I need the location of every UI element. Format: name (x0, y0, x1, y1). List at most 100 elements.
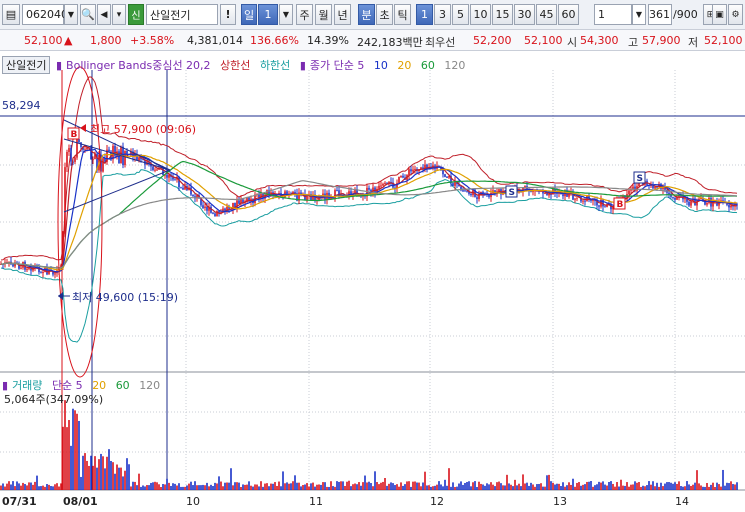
volume-bar (638, 482, 640, 490)
candle-body (162, 167, 164, 175)
volume-bar (84, 453, 86, 490)
count-select[interactable]: 1 (594, 4, 632, 25)
period-second-button[interactable]: 초 (376, 4, 393, 25)
volume-bar (648, 481, 650, 490)
period-tick-button[interactable]: 틱 (394, 4, 411, 25)
count-value-field[interactable]: 361 (648, 4, 672, 25)
settings-icon[interactable]: ⚙ (728, 4, 743, 25)
price-chart[interactable]: BSSB 산일전기 ▮ Bollinger Bands중심선 20,2 상한선 하… (0, 52, 745, 512)
volume-bar (222, 486, 224, 490)
legend-lower: 하한선 (259, 59, 291, 72)
volume-bar (574, 486, 576, 490)
speaker-icon[interactable]: ◀ (97, 4, 111, 25)
volume-bar (406, 481, 408, 490)
volume-bar (350, 486, 352, 490)
high-label: 고 (628, 36, 639, 49)
period-dropdown-arrow[interactable]: ▼ (279, 4, 293, 25)
legend-vol-ma60: 60 (115, 379, 130, 392)
search-icon[interactable]: 🔍 (80, 4, 96, 25)
volume-bar (278, 481, 280, 490)
volume-bar (218, 476, 220, 490)
interval-45-button[interactable]: 45 (536, 4, 557, 25)
candle-body (654, 186, 656, 189)
volume-bar (560, 486, 562, 490)
interval-5-button[interactable]: 5 (452, 4, 469, 25)
count-dropdown-arrow[interactable]: ▼ (632, 4, 646, 25)
volume-bar (568, 482, 570, 490)
volume-bar (156, 482, 158, 490)
stock-code-input[interactable]: 062040 (22, 4, 68, 25)
volume-bar (580, 485, 582, 490)
volume-bar (382, 481, 384, 490)
volume-bar (632, 484, 634, 490)
candle-body (64, 167, 66, 234)
volume-bar (422, 482, 424, 490)
price-marker-label: 58,294 (2, 99, 41, 112)
legend-upper: 상한선 (220, 59, 251, 72)
volume-bar (150, 482, 152, 490)
volume-bar (478, 481, 480, 490)
quote-bar: 52,100 ▲ 1,800 +3.58% 4,381,014 136.66% … (0, 30, 745, 51)
volume-bar (578, 482, 580, 490)
volume-bar (396, 484, 398, 490)
volume-bar (326, 486, 328, 490)
volume-bar (258, 486, 260, 490)
volume-bar (526, 482, 528, 490)
period-month-button[interactable]: 월 (315, 4, 332, 25)
volume-bar (564, 486, 566, 490)
volume-bar (190, 481, 192, 490)
code-dropdown-arrow[interactable]: ▼ (64, 4, 78, 25)
candle-body (12, 264, 14, 267)
menu-icon[interactable]: ▾ (112, 4, 126, 25)
volume-bar (614, 486, 616, 490)
candle-body (442, 169, 444, 175)
volume-bar (34, 481, 36, 490)
period-minute-button[interactable]: 분 (358, 4, 375, 25)
interval-30-button[interactable]: 30 (514, 4, 535, 25)
volume-bar (48, 484, 50, 490)
volume-bar (2, 483, 4, 490)
volume-bar (562, 482, 564, 490)
clipboard-icon[interactable]: ▤ (2, 4, 20, 25)
volume-bar (242, 484, 244, 490)
volume-bar (196, 485, 198, 490)
candle-body (444, 174, 446, 177)
candle-body (672, 196, 674, 198)
stock-name-field[interactable]: 산일전기 (146, 4, 218, 25)
volume-bar (318, 484, 320, 490)
volume-bar (438, 481, 440, 490)
volume-bar (426, 485, 428, 490)
period-day-button[interactable]: 일 (241, 4, 257, 25)
period-year-button[interactable]: 년 (334, 4, 351, 25)
period-week-button[interactable]: 주 (296, 4, 313, 25)
interval-60-button[interactable]: 60 (558, 4, 579, 25)
volume-bar (470, 486, 472, 490)
volume-bar (694, 482, 696, 490)
panel-title[interactable]: 산일전기 (2, 56, 51, 74)
candle-body (102, 158, 104, 172)
volume-bar (520, 486, 522, 490)
volume-bar (88, 465, 90, 490)
exclamation-icon[interactable]: ! (220, 4, 236, 25)
volume-bar (268, 486, 270, 490)
volume-bar (252, 486, 254, 490)
interval-10-button[interactable]: 10 (470, 4, 491, 25)
interval-3-button[interactable]: 3 (434, 4, 451, 25)
volume-bar (466, 481, 468, 490)
interval-15-button[interactable]: 15 (492, 4, 513, 25)
volume-bar (628, 486, 630, 490)
volume-bar (90, 455, 92, 490)
interval-1-button[interactable]: 1 (416, 4, 433, 25)
candle-body (202, 205, 204, 209)
volume-bar (316, 484, 318, 490)
volume-bar (522, 474, 524, 490)
volume-bar (498, 481, 500, 490)
volume-bar (460, 481, 462, 490)
sell-signal: S (509, 188, 515, 198)
volume-bar (26, 485, 28, 490)
period-number-field[interactable]: 1 (258, 4, 278, 25)
candle-body (156, 169, 158, 171)
save-icon[interactable]: ▣ (712, 4, 727, 25)
candle-body (232, 202, 234, 211)
candle-body (70, 148, 72, 162)
